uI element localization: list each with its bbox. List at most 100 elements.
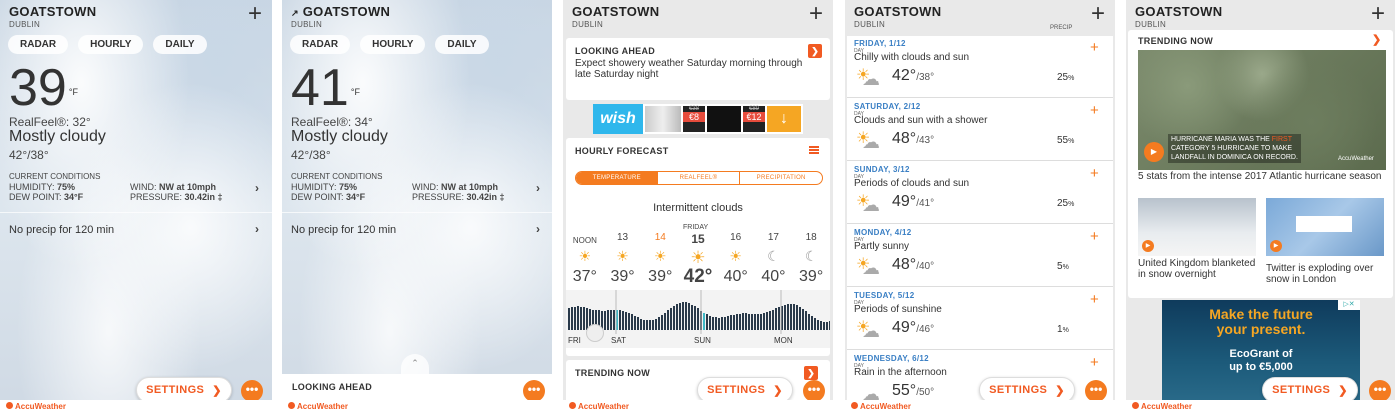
expand-plus-icon[interactable]: + [1090, 291, 1099, 308]
expand-plus-icon[interactable]: + [1090, 354, 1099, 371]
seg-temperature[interactable]: TEMPERATURE [576, 172, 658, 184]
timeline-bar [631, 314, 633, 330]
tab-radar[interactable]: RADAR [8, 35, 69, 54]
more-icon[interactable]: ••• [1369, 380, 1391, 402]
seg-precipitation[interactable]: PRECIPITATION [740, 172, 822, 184]
add-location-icon[interactable]: + [248, 2, 262, 26]
city-name: GOATSTOWN [854, 4, 942, 19]
sun-cloud-icon: ☀ [578, 248, 592, 264]
region-name: DUBLIN [572, 20, 604, 29]
hurricane-video[interactable]: ▶ HURRICANE MARIA WAS THE FIRST CATEGORY… [1138, 50, 1386, 170]
sun-cloud-icon: ☀ ☁ [856, 193, 880, 215]
hour-label: 14 [654, 232, 666, 243]
story-twitter-title[interactable]: Twitter is exploding over snow in London [1266, 263, 1388, 285]
more-icon[interactable]: ••• [803, 380, 825, 402]
timeline-bar [640, 319, 642, 330]
scroll-up-handle[interactable]: ⌃ [401, 354, 429, 374]
minutecast-text[interactable]: No precip for 120 min [291, 224, 396, 236]
chevron-right-icon[interactable]: › [255, 222, 259, 236]
more-icon[interactable]: ••• [1085, 380, 1107, 402]
chevron-right-icon[interactable]: › [536, 181, 540, 195]
brand-name: AccuWeather [860, 402, 911, 411]
tab-daily[interactable]: DAILY [153, 35, 207, 54]
story-snow-title[interactable]: United Kingdom blanketed in snow overnig… [1138, 258, 1256, 280]
location-arrow-icon: ↗ [291, 8, 299, 18]
snow-video[interactable]: ▶ [1138, 198, 1256, 256]
location-header[interactable]: ↗ GOATSTOWN DUBLIN [291, 4, 390, 29]
twitter-video[interactable]: ▶ [1266, 198, 1384, 256]
more-icon[interactable]: ••• [241, 380, 263, 402]
pressure-value: 30.42in ‡ [184, 192, 223, 202]
timeline-bar [685, 302, 687, 330]
day-name: SATURDAY, 2/12 [854, 102, 921, 111]
menu-icon[interactable] [809, 146, 819, 154]
wind-label: WIND: [130, 182, 157, 192]
daily-row[interactable]: TUESDAY, 5/12 DAY Periods of sunshine ☀ ☁ 49°… [847, 288, 1113, 350]
current-conditions-label: CURRENT CONDITIONS [9, 172, 101, 181]
location-header[interactable]: GOATSTOWN DUBLIN [572, 4, 659, 29]
expand-plus-icon[interactable]: + [1090, 165, 1099, 182]
location-header[interactable]: GOATSTOWN DUBLIN [1135, 4, 1222, 29]
daily-row[interactable]: FRIDAY, 1/12 DAY Chilly with clouds and su… [847, 36, 1113, 98]
sun-cloud-icon: ☀ [690, 248, 706, 267]
precip-percent: 5% [1057, 261, 1069, 272]
brand-name: AccuWeather [1141, 402, 1192, 411]
hour-temp: 40° [723, 268, 748, 285]
add-location-icon[interactable]: + [809, 2, 823, 26]
daily-row[interactable]: SATURDAY, 2/12 DAY Clouds and sun with a s… [847, 99, 1113, 161]
panel-daily: GOATSTOWN DUBLIN + PRECIP FRIDAY, 1/12 DA… [845, 0, 1115, 414]
settings-label: SETTINGS [146, 384, 205, 396]
minutecast-text[interactable]: No precip for 120 min [9, 224, 114, 236]
timeline-bar [613, 310, 615, 330]
city-name: ↗ GOATSTOWN [291, 4, 390, 19]
seg-realfeel[interactable]: REALFEEL® [658, 172, 741, 184]
tab-hourly[interactable]: HOURLY [360, 35, 426, 54]
timeline-bar [610, 310, 612, 330]
timeline-handle[interactable] [586, 324, 604, 342]
location-header[interactable]: GOATSTOWN DUBLIN [9, 4, 96, 29]
play-icon[interactable]: ▶ [1270, 240, 1282, 252]
temp-value: 39 [9, 59, 67, 117]
daily-row[interactable]: SUNDAY, 3/12 DAY Periods of clouds and sun… [847, 162, 1113, 224]
wind-value: NW at 10mph [159, 182, 217, 192]
play-icon[interactable]: ▶ [1142, 240, 1154, 252]
price: €8 [683, 112, 705, 122]
timeline-bar [814, 318, 816, 330]
humidity-dew: HUMIDITY: 75% DEW POINT: 34°F [291, 182, 365, 202]
caption-line-1: HURRICANE MARIA WAS THE [1171, 136, 1270, 143]
expand-plus-icon[interactable]: + [1090, 39, 1099, 56]
location-header[interactable]: GOATSTOWN DUBLIN [854, 4, 941, 29]
temp-unit: °F [68, 87, 78, 97]
ad-line-2: your present. [1216, 321, 1306, 337]
timeline-chart[interactable]: FRI SAT SUN MON [566, 290, 831, 348]
day-high: 48° [892, 256, 917, 273]
add-location-icon[interactable]: + [1371, 2, 1385, 26]
ad-banner[interactable]: wish €38 €8 €89 €12 ↓ [593, 104, 803, 134]
looking-ahead-card[interactable]: LOOKING AHEAD Expect showery weather Sat… [566, 38, 830, 100]
chevron-right-icon[interactable]: › [536, 222, 540, 236]
add-location-icon[interactable]: + [1091, 2, 1105, 26]
hurricane-headline[interactable]: 5 stats from the intense 2017 Atlantic h… [1138, 171, 1386, 182]
expand-plus-icon[interactable]: + [1090, 102, 1099, 119]
sun-cloud-icon: ☀ [729, 248, 742, 264]
daily-row[interactable]: MONDAY, 4/12 DAY Partly sunny ☀ ☁ 48°/40° 5% + [847, 225, 1113, 287]
hour-label: 13 [616, 232, 629, 243]
download-arrow-icon: ↓ [767, 106, 801, 132]
tab-daily[interactable]: DAILY [435, 35, 489, 54]
chevron-right-icon[interactable]: ❯ [1372, 33, 1381, 46]
play-icon[interactable]: ▶ [1144, 142, 1164, 162]
timeline-sat: SAT [611, 336, 626, 345]
tab-hourly[interactable]: HOURLY [78, 35, 144, 54]
chevron-right-icon[interactable]: ❯ [804, 366, 818, 380]
precip-value: 55 [1057, 135, 1069, 146]
chevron-right-icon[interactable]: › [255, 181, 259, 195]
chevron-right-icon[interactable]: ❯ [808, 44, 822, 58]
day-temps: 55°/50° [892, 382, 934, 400]
brand-footer: AccuWeather [282, 400, 552, 414]
more-icon[interactable]: ••• [523, 380, 545, 402]
weather-phrase: Mostly cloudy [291, 128, 388, 145]
expand-plus-icon[interactable]: + [1090, 228, 1099, 245]
day-name: MONDAY, 4/12 [854, 228, 912, 237]
humidity-label: HUMIDITY: [9, 182, 55, 192]
tab-radar[interactable]: RADAR [290, 35, 351, 54]
